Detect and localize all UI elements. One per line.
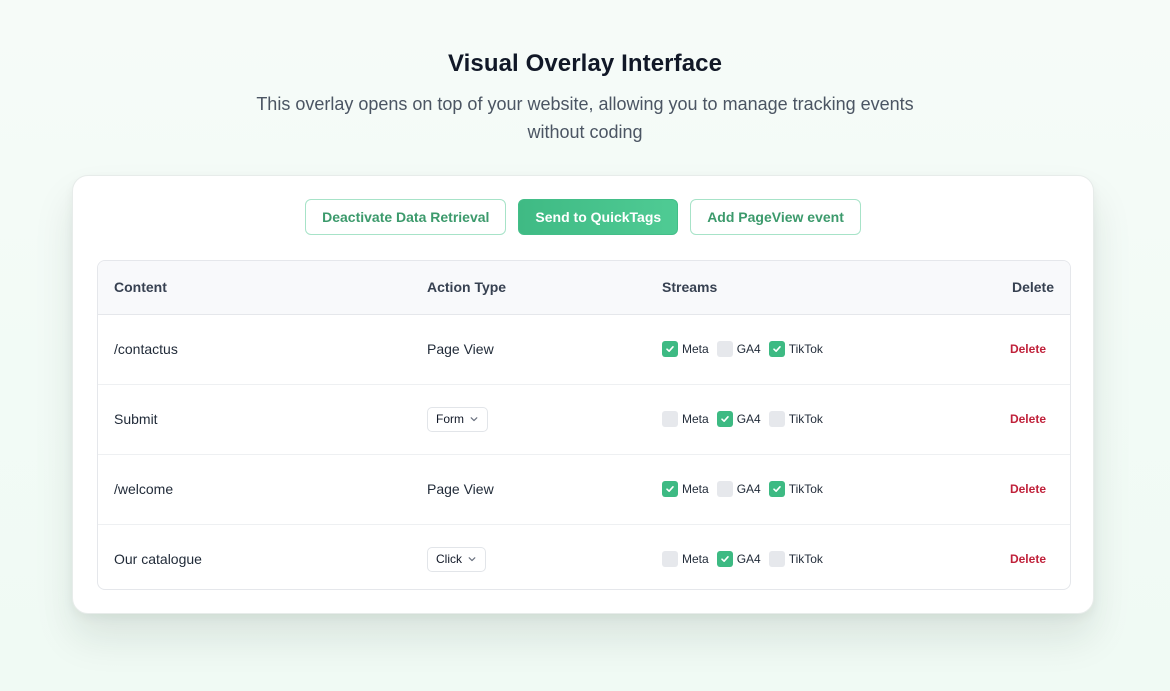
row-content: /contactus xyxy=(114,341,178,357)
checkbox-checked-icon[interactable] xyxy=(662,481,678,497)
action-type-select-value: Form xyxy=(436,412,464,426)
delete-cell: Delete xyxy=(1010,385,1046,453)
action-type-select-value: Click xyxy=(436,552,462,566)
stream-toggle-tiktok[interactable]: TikTok xyxy=(768,411,823,427)
streams-cell: Meta GA4 TikTok xyxy=(662,525,823,589)
page-subtitle: This overlay opens on top of your websit… xyxy=(256,94,914,142)
stream-label: GA4 xyxy=(736,482,761,496)
deactivate-data-retrieval-button[interactable]: Deactivate Data Retrieval xyxy=(305,199,507,235)
column-header-delete: Delete xyxy=(1011,279,1054,295)
checkbox-checked-icon[interactable] xyxy=(662,341,678,357)
checkbox-checked-icon[interactable] xyxy=(716,551,733,567)
row-content: Our catalogue xyxy=(114,551,202,567)
checkbox-unchecked-icon[interactable] xyxy=(716,341,733,357)
checkbox-checked-icon[interactable] xyxy=(716,411,733,427)
column-header-action-type: Action Type xyxy=(427,279,507,295)
streams-cell: Meta GA4 TikTok xyxy=(662,455,823,523)
checkbox-unchecked-icon[interactable] xyxy=(662,411,678,427)
checkbox-checked-icon[interactable] xyxy=(768,341,785,357)
table-row: /welcome Page View Meta GA4 TikTok Delete xyxy=(98,455,1070,525)
checkbox-unchecked-icon[interactable] xyxy=(662,551,678,567)
checkbox-unchecked-icon[interactable] xyxy=(716,481,733,497)
action-type-cell: Form xyxy=(427,385,488,453)
stream-label: Meta xyxy=(682,412,709,426)
action-type-text: Page View xyxy=(427,481,494,497)
stream-label: Meta xyxy=(682,342,709,356)
delete-button[interactable]: Delete xyxy=(1010,552,1046,566)
stream-toggle-tiktok[interactable]: TikTok xyxy=(768,341,823,357)
delete-button[interactable]: Delete xyxy=(1010,412,1046,426)
row-content: Submit xyxy=(114,411,158,427)
table-body: /contactus Page View Meta GA4 TikTok Delete Su… xyxy=(98,315,1070,589)
checkbox-checked-icon[interactable] xyxy=(768,481,785,497)
add-pageview-event-button[interactable]: Add PageView event xyxy=(690,199,861,235)
table-header: Content Action Type Streams Delete xyxy=(98,261,1070,315)
column-header-streams: Streams xyxy=(662,279,718,295)
stream-label: GA4 xyxy=(736,552,761,566)
page-title: Visual Overlay Interface xyxy=(447,50,723,77)
streams-cell: Meta GA4 TikTok xyxy=(662,385,823,453)
stream-toggle-meta[interactable]: Meta xyxy=(662,341,709,357)
table-row: Submit Form Meta GA4 TikTok Delete xyxy=(98,385,1070,455)
stream-toggle-tiktok[interactable]: TikTok xyxy=(768,481,823,497)
table-row: Our catalogue Click Meta GA4 TikTok Delete xyxy=(98,525,1070,589)
checkbox-unchecked-icon[interactable] xyxy=(768,551,785,567)
delete-button[interactable]: Delete xyxy=(1010,482,1046,496)
delete-cell: Delete xyxy=(1010,455,1046,523)
streams-cell: Meta GA4 TikTok xyxy=(662,315,823,383)
chevron-down-icon xyxy=(467,554,477,564)
row-content: /welcome xyxy=(114,481,174,497)
stream-label: TikTok xyxy=(788,342,823,356)
delete-cell: Delete xyxy=(1010,525,1046,589)
stream-toggle-ga4[interactable]: GA4 xyxy=(716,481,761,497)
action-type-select[interactable]: Form xyxy=(427,406,488,432)
delete-button[interactable]: Delete xyxy=(1010,342,1046,356)
overlay-panel: Deactivate Data Retrieval Send to QuickT… xyxy=(72,175,1094,614)
page-header: Visual Overlay Interface This overlay op… xyxy=(0,48,1170,146)
stream-toggle-ga4[interactable]: GA4 xyxy=(716,341,761,357)
action-type-text: Page View xyxy=(427,341,494,357)
stream-label: GA4 xyxy=(736,412,761,426)
events-table: Content Action Type Streams Delete /cont… xyxy=(97,260,1071,590)
stream-toggle-meta[interactable]: Meta xyxy=(662,411,709,427)
stream-toggle-meta[interactable]: Meta xyxy=(662,481,709,497)
action-type-select[interactable]: Click xyxy=(427,546,486,572)
toolbar: Deactivate Data Retrieval Send to QuickT… xyxy=(73,199,1093,235)
stream-label: Meta xyxy=(682,482,709,496)
stream-label: Meta xyxy=(682,552,709,566)
stream-label: TikTok xyxy=(788,412,823,426)
delete-cell: Delete xyxy=(1010,315,1046,383)
stream-toggle-ga4[interactable]: GA4 xyxy=(716,411,761,427)
stream-toggle-tiktok[interactable]: TikTok xyxy=(768,551,823,567)
action-type-cell: Click xyxy=(427,525,486,589)
stream-toggle-ga4[interactable]: GA4 xyxy=(716,551,761,567)
stream-label: TikTok xyxy=(788,482,823,496)
stream-toggle-meta[interactable]: Meta xyxy=(662,551,709,567)
stream-label: GA4 xyxy=(736,342,761,356)
column-header-content: Content xyxy=(114,279,167,295)
table-row: /contactus Page View Meta GA4 TikTok Delete xyxy=(98,315,1070,385)
stream-label: TikTok xyxy=(788,552,823,566)
send-to-quicktags-button[interactable]: Send to QuickTags xyxy=(518,199,679,235)
chevron-down-icon xyxy=(469,414,479,424)
checkbox-unchecked-icon[interactable] xyxy=(768,411,785,427)
